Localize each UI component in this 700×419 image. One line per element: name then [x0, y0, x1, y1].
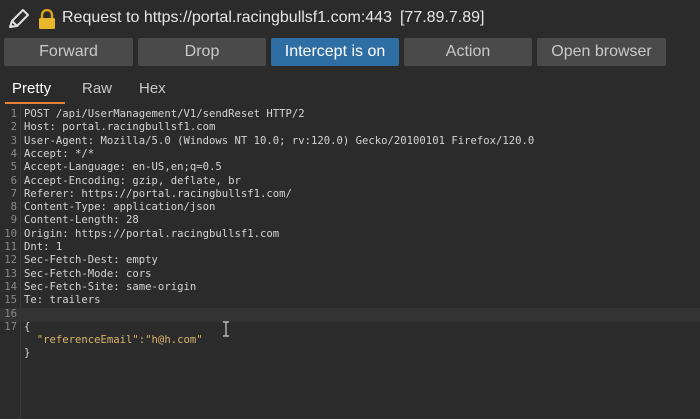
request-title: Request to https://portal.racingbullsf1.… — [62, 9, 484, 27]
request-editor[interactable]: 1 POST /api/UserManagement/V1/sendReset H… — [0, 104, 700, 419]
intercept-toggle-button[interactable]: Intercept is on — [271, 38, 399, 66]
tab-pretty[interactable]: Pretty — [12, 80, 51, 97]
code-line[interactable]: "referenceEmail":"h@h.com" — [0, 334, 700, 347]
line-text: Sec-Fetch-Site: same-origin — [24, 280, 197, 293]
request-ip: [77.89.7.89] — [399, 9, 485, 26]
line-number: 3 — [10, 134, 17, 147]
tab-hex[interactable]: Hex — [139, 80, 166, 97]
line-number: 13 — [4, 267, 17, 280]
lock-icon — [39, 9, 55, 29]
code-line[interactable]: 8 Content-Type: application/json — [0, 201, 700, 214]
line-text: Te: trailers — [24, 294, 101, 307]
line-number: 17 — [4, 320, 17, 333]
text-cursor-icon — [223, 321, 229, 337]
code-line[interactable]: } — [0, 347, 700, 360]
line-number: 7 — [10, 187, 17, 200]
code-line[interactable]: 5 Accept-Language: en-US,en;q=0.5 — [0, 161, 700, 174]
line-number: 10 — [4, 227, 17, 240]
code-line[interactable]: 2 Host: portal.racingbullsf1.com — [0, 121, 700, 134]
code-line[interactable]: 12 Sec-Fetch-Dest: empty — [0, 254, 700, 267]
code-line[interactable]: 16 — [0, 308, 700, 321]
tab-raw[interactable]: Raw — [82, 80, 112, 97]
line-number: 16 — [4, 307, 17, 320]
line-text: Referer: https://portal.racingbullsf1.co… — [24, 187, 292, 200]
line-number: 12 — [4, 254, 17, 267]
line-number: 15 — [4, 294, 17, 307]
code-line[interactable]: 13 Sec-Fetch-Mode: cors — [0, 268, 700, 281]
line-number: 5 — [10, 161, 17, 174]
line-text: "referenceEmail":"h@h.com" — [24, 334, 203, 347]
line-text: Accept-Encoding: gzip, deflate, br — [24, 174, 241, 187]
drop-button[interactable]: Drop — [138, 38, 266, 66]
view-tabs: Pretty Raw Hex — [0, 76, 700, 105]
title-bar: Request to https://portal.racingbullsf1.… — [0, 0, 700, 36]
line-text: Sec-Fetch-Mode: cors — [24, 267, 152, 280]
code-line[interactable]: 6 Accept-Encoding: gzip, deflate, br — [0, 175, 700, 188]
line-text: Host: portal.racingbullsf1.com — [24, 121, 216, 134]
action-button[interactable]: Action — [404, 38, 532, 66]
line-number: 11 — [4, 241, 17, 253]
code-line[interactable]: 4 Accept: */* — [0, 148, 700, 161]
line-text: } — [24, 347, 31, 360]
code-line[interactable]: 11 Dnt: 1 — [0, 241, 700, 254]
line-text: Accept: */* — [24, 147, 95, 160]
line-text: Origin: https://portal.racingbullsf1.com — [24, 227, 280, 240]
line-number: 2 — [10, 121, 17, 134]
line-text: Dnt: 1 — [24, 241, 63, 253]
code-line[interactable]: 17 { — [0, 321, 700, 334]
line-text: Accept-Language: en-US,en;q=0.5 — [24, 161, 222, 174]
line-number: 6 — [10, 174, 17, 187]
line-text: Sec-Fetch-Dest: empty — [24, 254, 158, 267]
code-line[interactable]: 9 Content-Length: 28 — [0, 214, 700, 227]
open-browser-button[interactable]: Open browser — [537, 38, 666, 66]
line-number: 4 — [10, 147, 17, 160]
code-line[interactable]: 10 Origin: https://portal.racingbullsf1.c… — [0, 228, 700, 241]
forward-button[interactable]: Forward — [4, 38, 133, 66]
line-number: 9 — [10, 214, 17, 227]
code-line[interactable]: 3 User-Agent: Mozilla/5.0 (Windows NT 10.… — [0, 135, 700, 148]
code-line[interactable]: 1 POST /api/UserManagement/V1/sendReset H… — [0, 108, 700, 121]
line-number: 8 — [10, 201, 17, 214]
request-label: Request to https://portal.racingbullsf1.… — [62, 9, 392, 26]
code-line[interactable]: 14 Sec-Fetch-Site: same-origin — [0, 281, 700, 294]
intercept-toolbar: Forward Drop Intercept is on Action Open… — [0, 38, 700, 66]
code-line[interactable]: 15 Te: trailers — [0, 294, 700, 307]
code-line[interactable]: 7 Referer: https://portal.racingbullsf1.c… — [0, 188, 700, 201]
line-text: { — [24, 320, 31, 333]
line-number: 14 — [4, 280, 17, 293]
pencil-icon[interactable] — [6, 7, 32, 31]
line-text: Content-Type: application/json — [24, 201, 216, 214]
line-text: POST /api/UserManagement/V1/sendReset HT… — [24, 108, 305, 120]
line-text: Content-Length: 28 — [24, 214, 139, 227]
line-text: User-Agent: Mozilla/5.0 (Windows NT 10.0… — [24, 134, 535, 147]
line-number: 1 — [10, 108, 17, 120]
